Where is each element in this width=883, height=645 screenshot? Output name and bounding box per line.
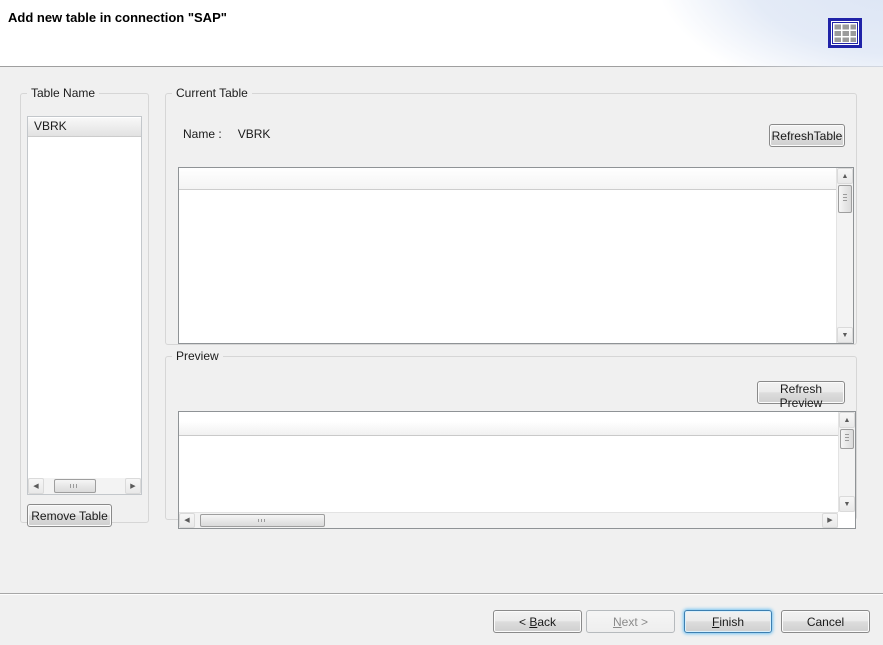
scrollbar-track[interactable] [44,478,125,494]
scroll-left-icon[interactable]: ◀ [179,513,195,528]
button-label: < Back [519,615,556,629]
preview-group: Preview Refresh Preview ▲ ▼ ◀ ▶ [165,349,857,520]
current-table-group-label: Current Table [172,86,252,100]
scroll-right-icon[interactable]: ▶ [125,478,141,494]
name-label: Name : [183,127,222,141]
button-label: RefreshTable [772,129,843,143]
scroll-up-icon[interactable]: ▲ [839,412,855,428]
table-name-list[interactable]: VBRK ◀ ▶ [27,116,142,495]
scroll-down-icon[interactable]: ▼ [839,496,855,512]
table-list-hscrollbar[interactable]: ◀ ▶ [28,478,141,494]
refresh-table-button[interactable]: RefreshTable [769,124,845,147]
table-name-group: Table Name VBRK ◀ ▶ Remove Table [20,86,149,523]
cancel-button[interactable]: Cancel [781,610,870,633]
scroll-up-icon[interactable]: ▲ [837,168,853,184]
button-label: Next > [613,615,648,629]
scrollbar-thumb[interactable] [54,479,96,493]
scrollbar-track[interactable] [839,428,855,496]
preview-hscrollbar[interactable]: ◀ ▶ [179,512,838,528]
preview-table-header [179,412,838,436]
table-icon [828,18,862,48]
table-name-group-label: Table Name [27,86,99,100]
columns-table-vscrollbar[interactable]: ▲ ▼ [836,168,853,343]
current-table-group: Current Table Name : VBRK RefreshTable ▲… [165,86,857,345]
scrollbar-thumb[interactable] [840,429,854,449]
next-button[interactable]: Next > [586,610,675,633]
wizard-header: Add new table in connection "SAP" [0,0,883,67]
scrollbar-track[interactable] [837,184,853,327]
button-label: Finish [712,615,744,629]
remove-table-button[interactable]: Remove Table [27,504,112,527]
add-table-wizard-dialog: Add new table in connection "SAP" Table … [0,0,883,645]
button-label: Refresh Preview [780,382,823,410]
back-button[interactable]: < Back [493,610,582,633]
finish-button[interactable]: Finish [684,610,772,633]
scrollbar-track[interactable] [195,513,822,528]
preview-table: ▲ ▼ ◀ ▶ [178,411,856,529]
preview-vscrollbar[interactable]: ▲ ▼ [838,412,855,512]
scrollbar-thumb[interactable] [200,514,325,527]
table-name-row: Name : VBRK [183,127,270,141]
table-list-item[interactable]: VBRK [28,117,141,137]
refresh-preview-button[interactable]: Refresh Preview [757,381,845,404]
current-table-header [179,168,853,190]
scroll-down-icon[interactable]: ▼ [837,327,853,343]
scroll-left-icon[interactable]: ◀ [28,478,44,494]
footer-separator [0,593,883,595]
name-value: VBRK [238,127,271,141]
scroll-right-icon[interactable]: ▶ [822,513,838,528]
button-label: Cancel [807,615,844,629]
columns-table: ▲ ▼ [178,167,854,344]
scrollbar-thumb[interactable] [838,185,852,213]
button-label: Remove Table [31,509,108,523]
preview-group-label: Preview [172,349,223,363]
dialog-title: Add new table in connection "SAP" [8,10,227,25]
